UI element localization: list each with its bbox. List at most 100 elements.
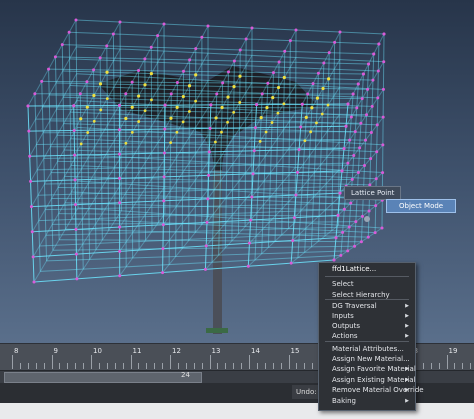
lattice-point[interactable] [75, 277, 79, 281]
selected-lattice-point[interactable] [276, 85, 281, 90]
lattice-point[interactable] [367, 62, 371, 66]
lattice-point[interactable] [33, 92, 37, 96]
selected-lattice-point[interactable] [265, 106, 269, 110]
lattice-point[interactable] [85, 80, 89, 84]
lattice-point[interactable] [162, 199, 166, 203]
lattice-point[interactable] [73, 178, 77, 182]
menu-item-assign-new-material[interactable]: Assign New Material... [319, 354, 415, 364]
lattice-point[interactable] [349, 201, 353, 205]
lattice-point[interactable] [316, 71, 320, 75]
lattice-point[interactable] [194, 47, 198, 51]
lattice-point[interactable] [250, 195, 254, 199]
lattice-point[interactable] [381, 171, 385, 175]
lattice-point[interactable] [381, 143, 385, 147]
lattice-point[interactable] [226, 70, 230, 74]
selected-lattice-point[interactable] [130, 105, 134, 109]
selected-lattice-point[interactable] [99, 108, 103, 112]
menu-item-outputs[interactable]: Outputs ▶ [319, 321, 415, 331]
lattice-point[interactable] [356, 82, 360, 86]
lattice-point[interactable] [105, 44, 109, 48]
selected-lattice-point[interactable] [276, 111, 280, 115]
lattice-point[interactable] [294, 193, 298, 197]
selected-lattice-point[interactable] [105, 70, 109, 74]
lattice-point[interactable] [74, 227, 78, 231]
context-menu[interactable]: ffd1Lattice... Select Select Hierarchy DG … [318, 262, 424, 411]
lattice-point[interactable] [74, 252, 78, 256]
lattice-point[interactable] [364, 216, 370, 222]
lattice-point[interactable] [161, 247, 165, 251]
lattice-point[interactable] [74, 18, 78, 22]
lattice-point[interactable] [338, 191, 342, 195]
lattice-point[interactable] [360, 97, 364, 101]
selected-lattice-point[interactable] [282, 75, 286, 80]
menu-item-remove-material-override[interactable]: Remove Material Override ▶ [319, 385, 424, 395]
lattice-point[interactable] [203, 267, 207, 271]
lattice-point[interactable] [118, 249, 122, 253]
selected-lattice-point[interactable] [187, 110, 191, 113]
lattice-point[interactable] [249, 218, 253, 222]
selected-lattice-point[interactable] [321, 86, 325, 91]
selected-lattice-point[interactable] [232, 85, 236, 89]
lattice-point[interactable] [92, 68, 96, 72]
lattice-point[interactable] [28, 154, 32, 158]
lattice-point[interactable] [149, 45, 153, 49]
lattice-point[interactable] [215, 92, 219, 96]
menu-item-select[interactable]: Select [319, 279, 415, 289]
lattice-point[interactable] [294, 28, 298, 32]
lattice-point[interactable] [143, 57, 147, 61]
selected-lattice-point[interactable] [169, 116, 173, 120]
lattice-point[interactable] [250, 26, 254, 30]
selected-lattice-point[interactable] [259, 116, 263, 120]
lattice-point[interactable] [124, 92, 128, 96]
lattice-point[interactable] [358, 146, 362, 150]
lattice-point[interactable] [289, 261, 293, 265]
lattice-point[interactable] [354, 220, 358, 224]
lattice-point[interactable] [29, 179, 33, 183]
selected-lattice-point[interactable] [238, 74, 242, 78]
lattice-point[interactable] [374, 204, 378, 208]
lattice-point[interactable] [73, 153, 77, 157]
lattice-point[interactable] [47, 67, 51, 71]
lattice-point[interactable] [111, 32, 115, 36]
selected-lattice-point[interactable] [149, 71, 153, 76]
lattice-point[interactable] [311, 82, 315, 86]
lattice-point[interactable] [206, 24, 210, 28]
lattice-point[interactable] [209, 103, 213, 107]
selected-lattice-point[interactable] [124, 116, 128, 121]
lattice-point[interactable] [118, 225, 122, 229]
lattice-point[interactable] [342, 207, 346, 211]
lattice-point[interactable] [362, 164, 366, 168]
selected-lattice-point[interactable] [124, 141, 128, 145]
lattice-point[interactable] [161, 271, 165, 275]
selected-lattice-point[interactable] [187, 84, 192, 88]
lattice-point[interactable] [260, 92, 264, 96]
selected-lattice-point[interactable] [169, 141, 173, 145]
lattice-point[interactable] [118, 152, 122, 156]
lattice-point[interactable] [344, 124, 348, 128]
selected-lattice-point[interactable] [175, 105, 179, 109]
selected-lattice-point[interactable] [85, 105, 89, 109]
menu-item-material-attributes[interactable]: Material Attributes... [319, 344, 415, 354]
lattice-point[interactable] [355, 106, 359, 110]
lattice-point[interactable] [98, 56, 102, 60]
menu-item-inputs[interactable]: Inputs ▶ [319, 311, 415, 321]
selected-lattice-point[interactable] [194, 99, 198, 103]
lattice-point[interactable] [200, 35, 204, 39]
lattice-point[interactable] [232, 59, 236, 63]
lattice-point[interactable] [338, 30, 342, 34]
lattice-point[interactable] [271, 71, 275, 75]
lattice-point[interactable] [118, 274, 122, 278]
selected-lattice-point[interactable] [327, 77, 331, 81]
selected-lattice-point[interactable] [315, 96, 320, 100]
lattice-point[interactable] [371, 78, 375, 82]
lattice-point[interactable] [27, 129, 31, 133]
lattice-point[interactable] [72, 128, 76, 132]
lattice-point[interactable] [306, 92, 310, 96]
lattice-point[interactable] [188, 58, 192, 62]
lattice-point[interactable] [162, 22, 166, 26]
lattice-point[interactable] [204, 244, 208, 248]
lattice-point[interactable] [130, 80, 134, 84]
selected-lattice-point[interactable] [137, 120, 141, 123]
lattice-point[interactable] [375, 123, 379, 127]
lattice-point[interactable] [377, 42, 381, 46]
